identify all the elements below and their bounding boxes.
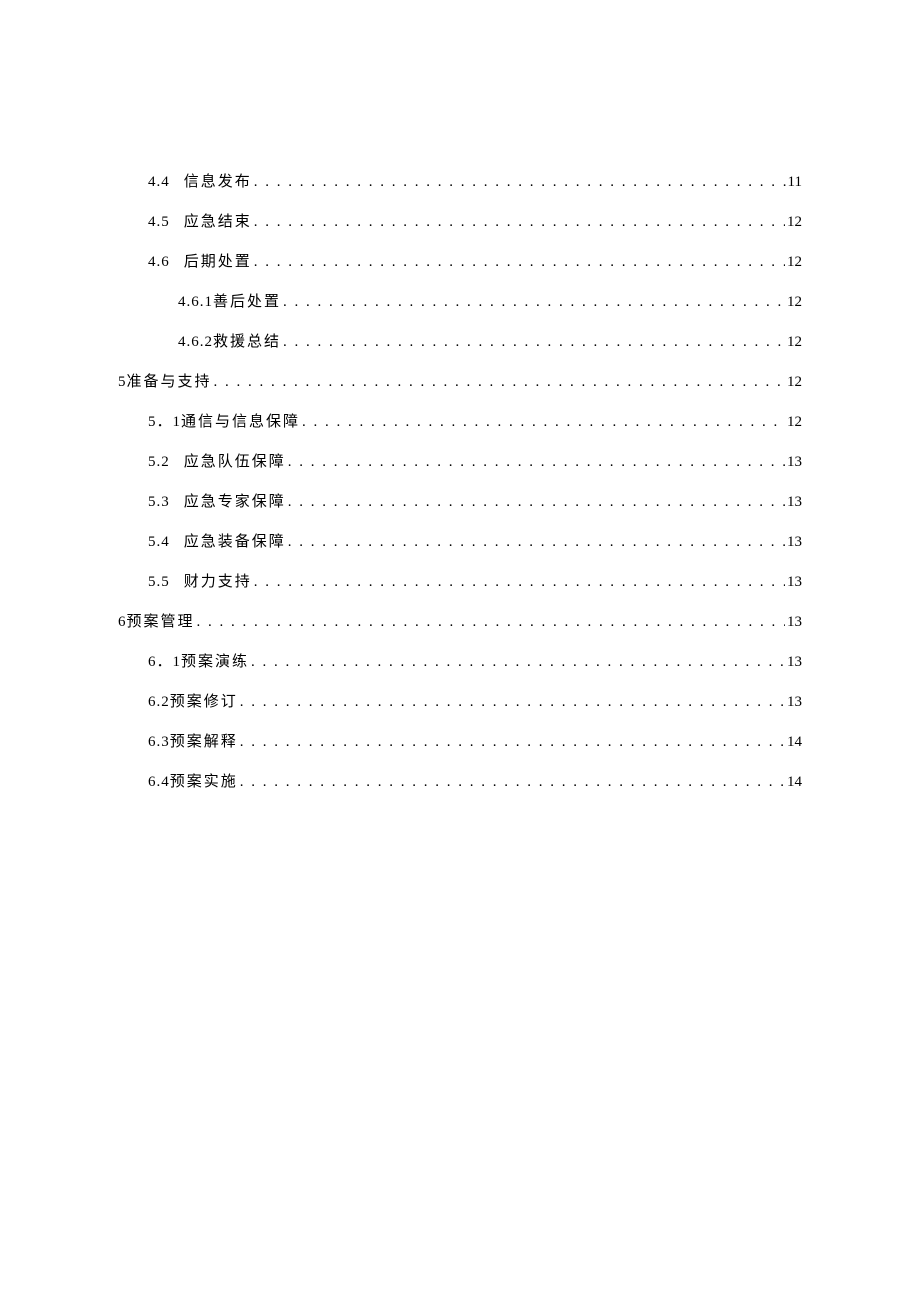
toc-page: 13 [787, 574, 802, 591]
toc-page: 12 [787, 214, 802, 231]
toc-page: 13 [787, 694, 802, 711]
toc-entry[interactable]: 4.6.1善后处置 12 [118, 290, 802, 311]
toc-num: 5.2 [148, 454, 170, 471]
toc-num: 5．1 [148, 410, 181, 431]
toc-entry[interactable]: 6.2预案修订 13 [118, 690, 802, 711]
toc-title: 通信与信息保障 [181, 410, 300, 431]
toc-leader [254, 574, 785, 591]
toc-title: 救援总结 [213, 330, 281, 351]
toc-leader [283, 334, 785, 351]
toc-num: 6.4 [148, 774, 170, 791]
toc-num: 6.3 [148, 734, 170, 751]
toc-entry[interactable]: 5.3 应急专家保障 13 [118, 490, 802, 511]
toc-page: 11 [788, 174, 802, 191]
toc-title: 预案管理 [127, 610, 195, 631]
toc-leader [254, 214, 785, 231]
toc-entry[interactable]: 4.6.2救援总结 12 [118, 330, 802, 351]
toc-title: 应急结束 [184, 210, 252, 231]
toc-title: 应急专家保障 [184, 490, 286, 511]
toc-title: 预案实施 [170, 770, 238, 791]
toc-num: 4.6.1 [178, 294, 213, 311]
toc-leader [197, 614, 785, 631]
toc-leader [240, 774, 785, 791]
toc-entry[interactable]: 6.3预案解释 14 [118, 730, 802, 751]
toc-page: 13 [787, 534, 802, 551]
toc-title: 准备与支持 [127, 370, 212, 391]
toc-page: 14 [787, 774, 802, 791]
toc-title: 后期处置 [184, 250, 252, 271]
toc-page: 13 [787, 654, 802, 671]
toc-leader [288, 534, 785, 551]
toc-page: 13 [787, 454, 802, 471]
toc-leader [254, 254, 785, 271]
toc-title: 预案演练 [181, 650, 249, 671]
toc-page: 12 [787, 254, 802, 271]
toc-title: 信息发布 [184, 170, 252, 191]
toc-entry[interactable]: 4.4 信息发布 11 [118, 170, 802, 191]
toc-entry[interactable]: 6预案管理 13 [118, 610, 802, 631]
toc-leader [254, 174, 786, 191]
toc-num: 4.4 [148, 174, 170, 191]
toc-num: 4.5 [148, 214, 170, 231]
toc-leader [283, 294, 785, 311]
toc-page: 12 [787, 374, 802, 391]
toc-leader [251, 654, 785, 671]
toc-leader [302, 414, 785, 431]
toc-page: 12 [787, 294, 802, 311]
toc-leader [288, 494, 785, 511]
toc-title: 财力支持 [184, 570, 252, 591]
toc-num: 5.5 [148, 574, 170, 591]
toc-title: 预案修订 [170, 690, 238, 711]
toc-entry[interactable]: 5.2 应急队伍保障 13 [118, 450, 802, 471]
table-of-contents: 4.4信息发布114.5应急结束124.6后期处置124.6.1善后处置124.… [118, 170, 802, 791]
toc-entry[interactable]: 5准备与支持 12 [118, 370, 802, 391]
toc-leader [240, 694, 785, 711]
toc-num: 5 [118, 374, 127, 391]
toc-title: 应急装备保障 [184, 530, 286, 551]
toc-page: 12 [787, 334, 802, 351]
toc-entry[interactable]: 4.6 后期处置 12 [118, 250, 802, 271]
toc-page: 12 [787, 414, 802, 431]
toc-page: 13 [787, 494, 802, 511]
toc-title: 应急队伍保障 [184, 450, 286, 471]
toc-entry[interactable]: 5.5 财力支持 13 [118, 570, 802, 591]
toc-num: 6．1 [148, 650, 181, 671]
toc-leader [288, 454, 785, 471]
toc-page: 14 [787, 734, 802, 751]
toc-page: 13 [787, 614, 802, 631]
toc-title: 善后处置 [213, 290, 281, 311]
toc-entry[interactable]: 4.5 应急结束 12 [118, 210, 802, 231]
toc-entry[interactable]: 6．1预案演练 13 [118, 650, 802, 671]
toc-num: 6 [118, 614, 127, 631]
toc-num: 5.4 [148, 534, 170, 551]
toc-entry[interactable]: 6.4预案实施 14 [118, 770, 802, 791]
toc-num: 5.3 [148, 494, 170, 511]
toc-entry[interactable]: 5.4 应急装备保障 13 [118, 530, 802, 551]
toc-num: 4.6.2 [178, 334, 213, 351]
toc-leader [214, 374, 785, 391]
toc-leader [240, 734, 785, 751]
toc-title: 预案解释 [170, 730, 238, 751]
toc-num: 6.2 [148, 694, 170, 711]
toc-entry[interactable]: 5．1通信与信息保障 12 [118, 410, 802, 431]
toc-num: 4.6 [148, 254, 170, 271]
